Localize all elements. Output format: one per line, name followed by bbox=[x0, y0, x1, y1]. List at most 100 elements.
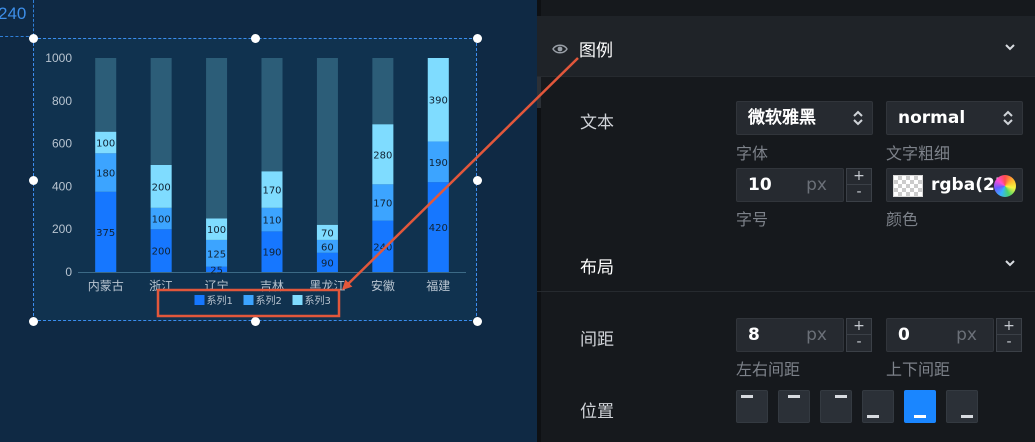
x-tick-label: 黑龙江 bbox=[309, 279, 345, 293]
legend-swatch bbox=[194, 295, 205, 305]
font-weight-select[interactable]: normal bbox=[886, 101, 1023, 135]
color-picker[interactable]: rgba(25 bbox=[886, 168, 1023, 202]
align-top-right-icon bbox=[835, 395, 847, 398]
data-label: 70 bbox=[321, 228, 334, 239]
x-tick-label: 吉林 bbox=[260, 279, 284, 293]
vertical-spacing-unit: px bbox=[956, 325, 977, 345]
position-label: 位置 bbox=[580, 402, 614, 422]
font-family-value: 微软雅黑 bbox=[748, 108, 816, 128]
legend-item-label: 系列2 bbox=[256, 294, 282, 307]
chart-widget[interactable]: 0 200 400 600 800 1000 375 180 100 内蒙古 200 100 200 浙江… bbox=[33, 38, 477, 321]
horizontal-spacing-caption: 左右间距 bbox=[736, 360, 801, 379]
data-label: 200 bbox=[152, 182, 171, 193]
data-label: 170 bbox=[373, 198, 392, 209]
data-label: 100 bbox=[96, 139, 115, 150]
y-tick-label: 200 bbox=[52, 222, 72, 236]
property-panel: 图例 文本 微软雅黑 字体 normal 文字粗细 10 px + - 字号 r… bbox=[537, 0, 1035, 442]
position-top-left-button[interactable] bbox=[736, 390, 768, 423]
data-label: 60 bbox=[321, 242, 334, 253]
legend-section-title: 图例 bbox=[579, 41, 613, 61]
legend-swatch bbox=[292, 295, 303, 305]
horizontal-spacing-value: 8 bbox=[748, 325, 760, 345]
resize-handle-bottom-center[interactable] bbox=[251, 317, 260, 326]
x-tick-label: 福建 bbox=[426, 278, 450, 293]
select-updown-icon bbox=[1003, 110, 1013, 126]
data-label: 200 bbox=[152, 247, 171, 258]
resize-handle-middle-right[interactable] bbox=[473, 176, 482, 185]
font-size-value: 10 bbox=[748, 175, 772, 195]
vertical-spacing-decrement[interactable]: - bbox=[997, 335, 1021, 351]
color-wheel-icon[interactable] bbox=[994, 175, 1016, 197]
data-label: 170 bbox=[262, 186, 281, 197]
chevron-down-icon[interactable] bbox=[1003, 42, 1017, 52]
font-size-caption: 字号 bbox=[736, 210, 769, 229]
text-label: 文本 bbox=[580, 113, 614, 133]
layout-section-title: 布局 bbox=[580, 258, 614, 278]
font-weight-value: normal bbox=[898, 108, 966, 128]
y-tick-label: 400 bbox=[52, 179, 72, 193]
align-top-center-icon bbox=[788, 395, 800, 398]
legend-item-label: 系列3 bbox=[305, 294, 331, 307]
font-size-unit: px bbox=[806, 175, 827, 195]
color-caption: 颜色 bbox=[886, 210, 919, 229]
align-bottom-center-icon bbox=[914, 415, 926, 418]
align-bottom-left-icon bbox=[867, 415, 879, 418]
stacked-bar-chart: 0 200 400 600 800 1000 375 180 100 内蒙古 200 100 200 浙江… bbox=[45, 51, 466, 307]
select-updown-icon bbox=[853, 110, 863, 126]
resize-handle-top-left[interactable] bbox=[29, 34, 38, 43]
ruler-value: 240 bbox=[0, 4, 27, 23]
horizontal-spacing-input[interactable]: 8 px bbox=[736, 318, 844, 352]
vertical-spacing-stepper: + - bbox=[996, 318, 1022, 352]
legend-swatch bbox=[243, 295, 254, 305]
resize-handle-top-right[interactable] bbox=[473, 34, 482, 43]
vertical-spacing-increment[interactable]: + bbox=[997, 319, 1021, 335]
editor-canvas[interactable]: 240 0 200 400 600 800 1000 375 180 100 内蒙古 200 100 2… bbox=[0, 0, 537, 442]
y-tick-label: 800 bbox=[52, 94, 72, 108]
font-size-stepper: + - bbox=[846, 168, 872, 202]
resize-handle-middle-left[interactable] bbox=[29, 176, 38, 185]
eye-icon[interactable] bbox=[552, 43, 568, 55]
resize-handle-top-center[interactable] bbox=[251, 34, 260, 43]
font-family-caption: 字体 bbox=[736, 144, 769, 163]
y-tick-label: 600 bbox=[52, 137, 72, 151]
data-label: 90 bbox=[321, 258, 334, 269]
position-top-right-button[interactable] bbox=[820, 390, 852, 423]
data-label: 125 bbox=[207, 249, 226, 260]
align-bottom-right-icon bbox=[961, 415, 973, 418]
resize-handle-bottom-right[interactable] bbox=[473, 317, 482, 326]
legend-section-header[interactable]: 图例 bbox=[537, 16, 1035, 77]
data-label: 100 bbox=[207, 225, 226, 236]
x-tick-label: 内蒙古 bbox=[88, 278, 124, 293]
data-label: 390 bbox=[429, 96, 448, 107]
data-label: 25 bbox=[210, 265, 223, 276]
x-tick-label: 辽宁 bbox=[205, 278, 229, 293]
y-tick-label: 0 bbox=[65, 265, 72, 279]
font-size-increment[interactable]: + bbox=[847, 169, 871, 185]
position-top-center-button[interactable] bbox=[778, 390, 810, 423]
horizontal-spacing-stepper: + - bbox=[846, 318, 872, 352]
data-label: 190 bbox=[429, 158, 448, 169]
vertical-spacing-value: 0 bbox=[898, 325, 910, 345]
font-family-select[interactable]: 微软雅黑 bbox=[736, 101, 873, 135]
align-top-left-icon bbox=[741, 395, 753, 398]
vertical-spacing-input[interactable]: 0 px bbox=[886, 318, 994, 352]
position-bottom-right-button[interactable] bbox=[946, 390, 978, 423]
data-label: 375 bbox=[96, 228, 115, 239]
spacing-label: 间距 bbox=[580, 330, 614, 350]
data-label: 190 bbox=[262, 248, 281, 259]
position-bottom-left-button[interactable] bbox=[862, 390, 894, 423]
layout-section-header[interactable]: 布局 bbox=[537, 236, 1035, 292]
data-label: 110 bbox=[262, 216, 281, 227]
font-size-input[interactable]: 10 px bbox=[736, 168, 844, 202]
data-label: 180 bbox=[96, 168, 115, 179]
chevron-down-icon[interactable] bbox=[1003, 258, 1017, 268]
color-swatch[interactable] bbox=[893, 175, 923, 197]
guide-line-vertical bbox=[33, 0, 34, 36]
horizontal-spacing-increment[interactable]: + bbox=[847, 319, 871, 335]
resize-handle-bottom-left[interactable] bbox=[29, 317, 38, 326]
horizontal-spacing-decrement[interactable]: - bbox=[847, 335, 871, 351]
font-weight-caption: 文字粗细 bbox=[886, 144, 951, 163]
horizontal-spacing-unit: px bbox=[806, 325, 827, 345]
position-bottom-center-button[interactable] bbox=[904, 390, 936, 423]
font-size-decrement[interactable]: - bbox=[847, 185, 871, 201]
